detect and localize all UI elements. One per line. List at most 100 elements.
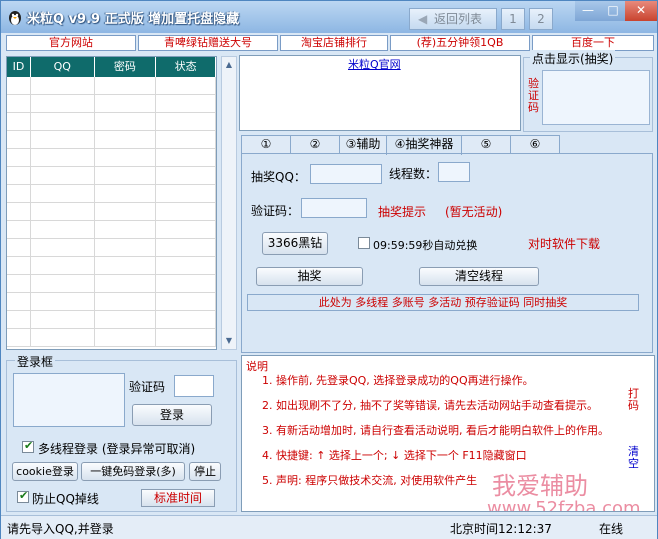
column-qq[interactable]: QQ [31,57,95,77]
table-cell [31,221,95,238]
table-cell [31,77,95,94]
title-bar: 米粒Q v9.9 正式版 增加置托盘隐藏 ◀ 返回列表 1 2 — □ ✕ [1,1,657,33]
table-cell [95,293,157,310]
table-cell [156,77,216,94]
watermark-text: 我爱辅助 [492,472,588,500]
login-captcha-input[interactable] [174,375,214,397]
table-row[interactable] [7,257,216,275]
lottery-hint-label: 抽奖提示 [378,205,427,219]
tab-2[interactable]: ② [290,135,340,154]
login-button[interactable]: 登录 [132,404,212,426]
captcha-service-link[interactable]: 打码 [628,388,640,412]
tab-6[interactable]: ⑥ [510,135,560,154]
table-row[interactable] [7,167,216,185]
table-row[interactable] [7,329,216,347]
toolbar-taobao-ranking[interactable]: 淘宝店铺排行 [280,35,388,51]
tab-1[interactable]: ① [241,135,291,154]
table-cell [7,203,31,220]
table-row[interactable] [7,185,216,203]
draw-button[interactable]: 抽奖 [256,267,363,286]
table-cell [95,329,157,346]
web-panel: 米粒Q官网 [239,55,521,131]
table-cell [156,275,216,292]
column-id[interactable]: ID [7,57,31,77]
table-cell [156,149,216,166]
scroll-up-icon[interactable]: ▲ [222,57,236,73]
captcha-image[interactable] [542,70,650,125]
anti-drop-label: 防止QQ掉线 [32,492,99,506]
clear-threads-button[interactable]: 清空线程 [419,267,539,286]
back-to-list-label: 返回列表 [434,12,483,26]
table-cell [156,185,216,202]
instruction-line-1: 1. 操作前, 先登录QQ, 选择登录成功的QQ再进行操作。 [262,374,534,387]
tab-assist[interactable]: ③辅助 [339,135,387,154]
toolbar-baidu[interactable]: 百度一下 [532,35,654,51]
login-captcha-image[interactable] [13,373,125,427]
column-status[interactable]: 状态 [156,57,216,77]
table-row[interactable] [7,203,216,221]
table-cell [7,221,31,238]
anti-drop-checkbox[interactable]: ✔ [17,489,29,503]
table-row[interactable] [7,149,216,167]
lottery-captcha-label: 验证码： [251,204,300,218]
tab-lottery[interactable]: ④抽奖神器 [386,135,462,155]
table-cell [95,203,157,220]
back-to-list-button[interactable]: ◀ 返回列表 [409,8,497,30]
table-cell [156,239,216,256]
scroll-down-icon[interactable]: ▼ [222,333,236,349]
table-row[interactable] [7,221,216,239]
column-password[interactable]: 密码 [95,57,157,77]
3366-black-diamond-button[interactable]: 3366黑钻 [262,232,328,255]
beijing-time: 北京时间12:12:37 [450,522,552,536]
table-row[interactable] [7,131,216,149]
instruction-line-4: 4. 快捷键: ↑ 选择上一个; ↓ 选择下一个 F11隐藏窗口 [262,449,527,462]
captcha-vertical-label: 验证码 [528,77,539,114]
toolbar-official-site[interactable]: 官方网站 [6,35,136,51]
table-cell [156,293,216,310]
close-icon[interactable]: ✕ [625,1,657,21]
account-table[interactable]: ID QQ 密码 状态 [6,56,217,350]
sync-time-download-link[interactable]: 对时软件下载 [528,235,600,252]
cookie-login-button[interactable]: cookie登录 [12,462,78,481]
lottery-hint-status: (暂无活动) [445,205,503,219]
login-legend: 登录框 [15,353,56,370]
table-row[interactable] [7,293,216,311]
table-row[interactable] [7,311,216,329]
threads-input[interactable] [438,162,470,182]
auto-redeem-checkbox[interactable] [358,237,370,249]
toolbar-free-qb[interactable]: (荐)五分钟领1QB [390,35,530,51]
table-row[interactable] [7,275,216,293]
stop-button[interactable]: 停止 [189,462,221,481]
multi-thread-login-checkbox[interactable]: ✔ [22,439,34,453]
instruction-line-3: 3. 有新活动增加时, 请自行查看活动说明, 看后才能明白软件上的作用。 [262,424,609,437]
check-icon: ✔ [24,439,34,452]
table-cell [95,77,157,94]
table-cell [7,329,31,346]
table-cell [95,185,157,202]
clear-link[interactable]: 清空 [628,446,640,470]
minimize-icon[interactable]: — [575,1,601,21]
table-row[interactable] [7,95,216,113]
auto-redeem-label: 09:59:59秒自动兑换 [373,239,478,252]
captcha-preview-group: 点击显示(抽奖) 验证码 [523,50,653,132]
lottery-captcha-input[interactable] [301,198,367,218]
account-table-scrollbar[interactable]: ▲ ▼ [221,56,237,350]
table-row[interactable] [7,77,216,95]
table-row[interactable] [7,113,216,131]
table-cell [31,131,95,148]
table-cell [95,149,157,166]
table-row[interactable] [7,239,216,257]
page-button-2[interactable]: 2 [529,8,553,30]
lottery-qq-input[interactable] [310,164,382,184]
maximize-icon[interactable]: □ [601,1,625,21]
standard-time-button[interactable]: 标准时间 [141,489,215,507]
one-click-login-button[interactable]: 一键免码登录(多) [81,462,185,481]
back-arrow-icon: ◀ [418,12,428,26]
official-site-link[interactable]: 米粒Q官网 [348,56,401,72]
tab-5[interactable]: ⑤ [461,135,511,154]
table-cell [156,131,216,148]
toolbar-green-diamond[interactable]: 青啤绿钻赠送大号 [138,35,278,51]
page-button-1[interactable]: 1 [501,8,525,30]
table-cell [31,275,95,292]
threads-label: 线程数： [389,167,438,181]
